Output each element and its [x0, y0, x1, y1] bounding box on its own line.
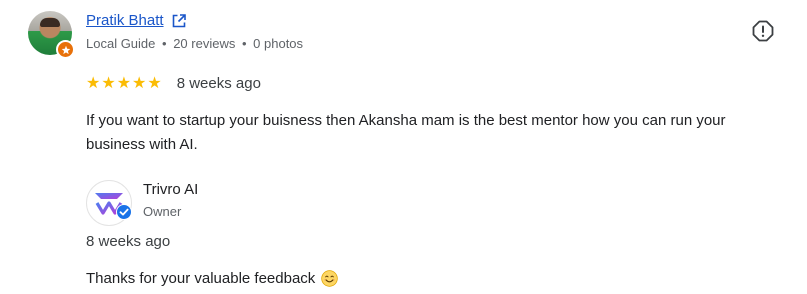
report-icon[interactable]	[752, 20, 774, 42]
review-text: If you want to startup your buisness the…	[86, 112, 726, 153]
rating-row: ★★★★★ 8 weeks ago	[86, 73, 261, 93]
star-rating: ★★★★★	[86, 75, 163, 92]
owner-name: Trivro AI	[143, 181, 199, 198]
local-guide-badge-icon	[56, 40, 75, 59]
smiling-face-emoji-icon	[321, 270, 339, 287]
reviewer-meta: Local Guide • 20 reviews • 0 photos	[86, 36, 303, 51]
avatar-hair	[40, 18, 60, 27]
reviewer-name-row: Pratik Bhatt	[86, 12, 187, 29]
owner-reply: Thanks for your valuable feedback	[86, 270, 339, 287]
verified-check-icon	[116, 204, 132, 220]
owner-role: Owner	[143, 204, 182, 219]
reviewer-review-count: 20 reviews	[173, 36, 236, 51]
reviewer-name-link[interactable]: Pratik Bhatt	[86, 12, 164, 29]
reviewer-role: Local Guide	[86, 36, 156, 51]
external-link-icon[interactable]	[171, 13, 187, 29]
review-time: 8 weeks ago	[176, 74, 261, 92]
reviewer-photo-count: 0 photos	[253, 36, 304, 51]
owner-reply-time: 8 weeks ago	[86, 233, 171, 250]
owner-reply-text: Thanks for your valuable feedback	[86, 270, 316, 287]
meta-separator: •	[162, 36, 167, 51]
meta-separator: •	[241, 36, 247, 51]
review-card: Pratik Bhatt Local Guide • 20 reviews • …	[0, 0, 807, 294]
